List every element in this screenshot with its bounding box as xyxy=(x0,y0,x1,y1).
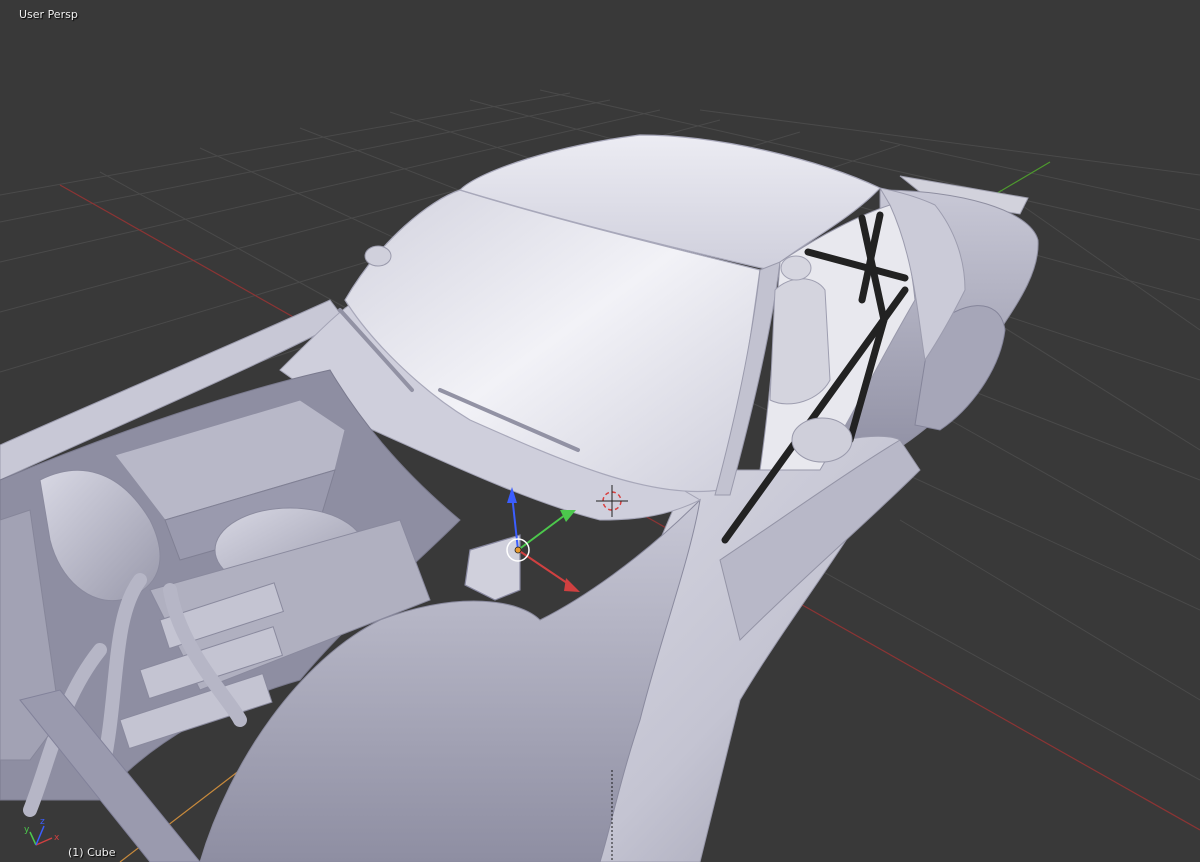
svg-text:y: y xyxy=(24,825,30,835)
side-mirror xyxy=(791,417,853,463)
view-perspective-label: User Persp xyxy=(19,8,78,21)
axis-orientation-icon: x y z xyxy=(24,817,60,846)
car-model[interactable] xyxy=(0,134,1039,862)
headrest xyxy=(780,255,812,281)
selected-cube[interactable] xyxy=(464,534,521,601)
scene-canvas[interactable]: x y z xyxy=(0,0,1200,862)
active-object-label: (1) Cube xyxy=(68,846,116,859)
3d-viewport[interactable]: x y z User Persp (1) Cube xyxy=(0,0,1200,862)
svg-text:z: z xyxy=(40,817,45,827)
side-mirror-left xyxy=(364,245,392,267)
svg-text:x: x xyxy=(54,833,60,843)
seat xyxy=(769,278,831,405)
